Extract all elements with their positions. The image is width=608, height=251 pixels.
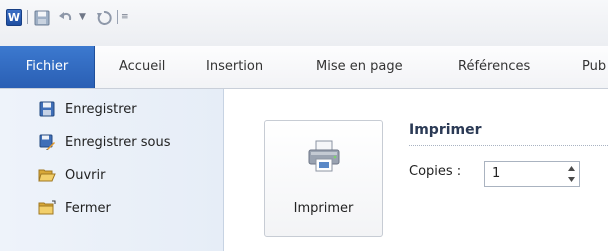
- decrement-icon[interactable]: [564, 174, 578, 185]
- tab-home[interactable]: Accueil: [119, 46, 165, 88]
- copies-value[interactable]: 1: [492, 166, 500, 181]
- quick-access-toolbar: W ▼ ≡: [0, 0, 608, 46]
- printer-icon: [307, 139, 341, 177]
- nav-item-save-as[interactable]: Enregistrer sous: [0, 128, 224, 156]
- toolbar-separator: [117, 10, 118, 24]
- nav-item-open[interactable]: Ouvrir: [0, 161, 224, 189]
- toolbar-separator: [27, 10, 28, 24]
- increment-icon[interactable]: [564, 163, 578, 174]
- open-folder-icon: [38, 166, 56, 184]
- nav-item-label: Ouvrir: [65, 167, 106, 183]
- customize-qat-icon[interactable]: ≡: [121, 12, 129, 22]
- save-icon: [38, 100, 56, 118]
- copies-label: Copies :: [409, 164, 462, 179]
- print-button[interactable]: Imprimer: [264, 120, 383, 237]
- nav-item-close[interactable]: Fermer: [0, 194, 224, 222]
- backstage-nav: Enregistrer Enregistrer sous Ouvrir Ferm…: [0, 89, 224, 251]
- tab-pub[interactable]: Pub: [582, 46, 606, 88]
- section-divider: [409, 145, 608, 146]
- save-as-icon: [38, 133, 56, 151]
- tab-references[interactable]: Références: [458, 46, 530, 88]
- redo-icon[interactable]: [95, 8, 113, 28]
- dropdown-arrow-icon[interactable]: ▼: [79, 12, 86, 22]
- tab-page-layout[interactable]: Mise en page: [316, 46, 403, 88]
- copies-stepper[interactable]: 1: [484, 161, 580, 187]
- tab-file[interactable]: Fichier: [0, 46, 95, 88]
- print-section-title: Imprimer: [409, 122, 482, 138]
- print-button-label: Imprimer: [293, 201, 354, 216]
- nav-item-save[interactable]: Enregistrer: [0, 95, 224, 123]
- word-logo-icon: W: [6, 9, 22, 26]
- copies-spinner: [564, 163, 578, 185]
- undo-icon[interactable]: [57, 8, 75, 28]
- save-icon[interactable]: [33, 8, 51, 28]
- nav-item-label: Enregistrer sous: [65, 134, 171, 150]
- nav-item-label: Fermer: [65, 200, 111, 216]
- close-folder-icon: [38, 199, 56, 217]
- tab-insert[interactable]: Insertion: [206, 46, 263, 88]
- ribbon-tabs: Fichier Accueil Insertion Mise en page R…: [0, 46, 608, 89]
- nav-item-label: Enregistrer: [65, 101, 137, 117]
